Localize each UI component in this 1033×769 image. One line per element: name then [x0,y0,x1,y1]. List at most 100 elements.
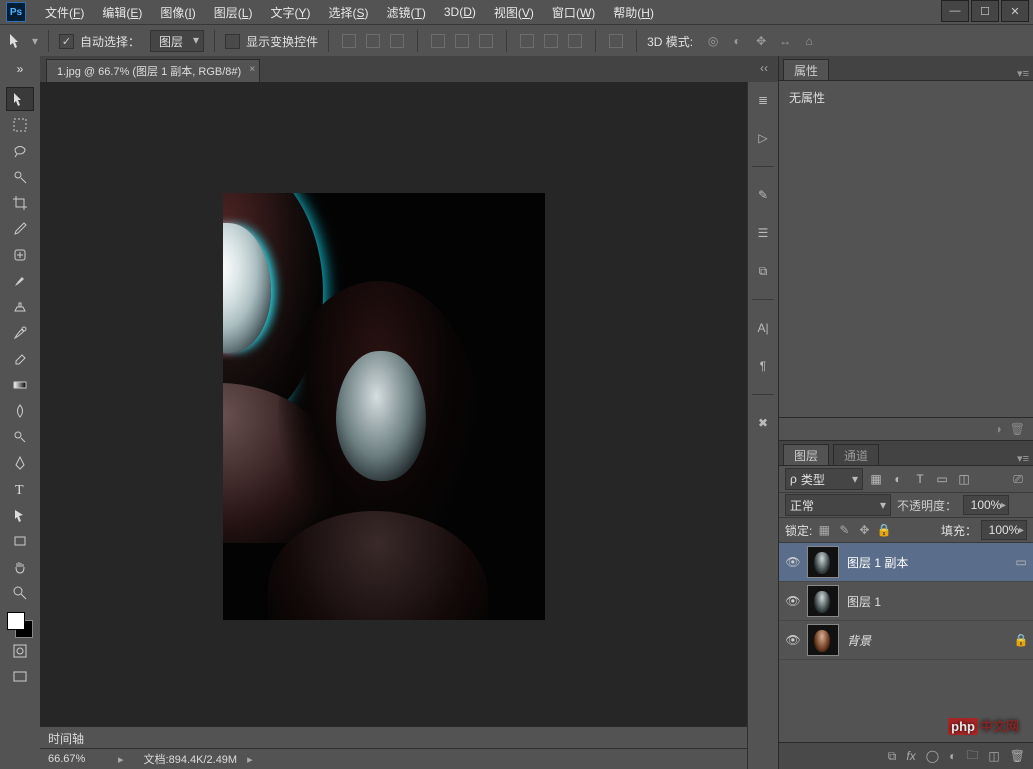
filter-shape-icon[interactable]: ▭ [933,470,951,488]
channels-tab[interactable]: 通道 [833,444,879,465]
new-layer-icon[interactable]: ◫ [988,749,999,763]
layer-name-label[interactable]: 背景 [847,632,1009,649]
document-canvas[interactable] [223,193,545,620]
menu-edit[interactable]: 编辑(E) [93,0,151,25]
visibility-eye-icon[interactable]: 👁 [779,555,807,569]
new-adjustment-icon[interactable]: ◐ [949,749,956,763]
zoom-tool[interactable] [6,581,34,605]
auto-align-icon[interactable] [606,31,626,51]
document-tab[interactable]: 1.jpg @ 66.7% (图层 1 副本, RGB/8#) × [46,59,260,82]
history-panel-icon[interactable]: ≣ [753,90,773,110]
visibility-eye-icon[interactable]: 👁 [779,594,807,608]
3d-orbit-icon[interactable]: ◎ [703,31,723,51]
rectangle-tool[interactable] [6,529,34,553]
type-tool[interactable]: T [6,477,34,501]
filter-smart-icon[interactable]: ◫ [955,470,973,488]
lasso-tool[interactable] [6,139,34,163]
layer-name-label[interactable]: 图层 1 副本 [847,554,1009,571]
filter-toggle-icon[interactable]: ⎚ [1009,470,1027,488]
lock-transparency-icon[interactable]: ▦ [816,522,832,538]
align-hcenter-icon[interactable] [452,31,472,51]
layer-item[interactable]: 👁 图层 1 [779,582,1033,621]
marquee-tool[interactable] [6,113,34,137]
actions-panel-icon[interactable]: ▷ [753,128,773,148]
brush-tool[interactable] [6,269,34,293]
distribute-3-icon[interactable] [565,31,585,51]
delete-layer-icon[interactable]: 🗑 [1010,749,1025,763]
3d-roll-icon[interactable]: ◐ [727,31,747,51]
menu-view[interactable]: 视图(V) [485,0,543,25]
clip-mask-icon[interactable]: ◑ [995,422,1002,436]
auto-select-checkbox[interactable]: ✓ [59,34,74,49]
layer-item[interactable]: 👁 背景 🔒 [779,621,1033,660]
toolbox-collapse-handle[interactable]: » [0,56,40,82]
hand-tool[interactable] [6,555,34,579]
fill-input[interactable]: 100% [981,520,1027,540]
color-swatch[interactable] [7,612,33,638]
menu-help[interactable]: 帮助(H) [604,0,663,25]
3d-camera-icon[interactable]: ⌂ [799,31,819,51]
eyedropper-tool[interactable] [6,217,34,241]
distribute-1-icon[interactable] [517,31,537,51]
blend-mode-select[interactable]: 正常 [785,494,891,516]
lock-all-icon[interactable]: 🔒 [876,522,892,538]
align-vcenter-icon[interactable] [363,31,383,51]
link-layers-icon[interactable]: ⧉ [888,749,897,764]
layer-thumbnail[interactable] [807,546,839,578]
pen-tool[interactable] [6,451,34,475]
right-panels-collapse-handle[interactable]: ‹‹ [749,56,779,80]
window-minimize-button[interactable]: — [941,0,969,22]
align-right-icon[interactable] [476,31,496,51]
distribute-2-icon[interactable] [541,31,561,51]
dodge-tool[interactable] [6,425,34,449]
trash-icon[interactable]: 🗑 [1010,422,1025,436]
menu-3d[interactable]: 3D(D) [435,1,485,23]
menu-image[interactable]: 图像(I) [151,0,204,25]
move-tool[interactable] [6,87,34,111]
brush-presets-panel-icon[interactable]: ☰ [753,223,773,243]
quick-mask-toggle[interactable] [6,639,34,663]
menu-window[interactable]: 窗口(W) [543,0,604,25]
layer-fx-icon[interactable]: fx [906,749,915,763]
eraser-tool[interactable] [6,347,34,371]
character-panel-icon[interactable]: A| [753,318,773,338]
gradient-tool[interactable] [6,373,34,397]
lock-pixels-icon[interactable]: ✎ [836,522,852,538]
3d-slide-icon[interactable]: ↔ [775,31,795,51]
layers-panel-menu-icon[interactable]: ▾≡ [1017,452,1029,465]
menu-type[interactable]: 文字(Y) [261,0,319,25]
filter-type-icon[interactable]: T [911,470,929,488]
properties-tab[interactable]: 属性 [783,59,829,80]
filter-pixel-icon[interactable]: ▦ [867,470,885,488]
new-group-icon[interactable]: 🗀 [966,746,978,767]
close-icon[interactable]: × [249,64,255,75]
history-brush-tool[interactable] [6,321,34,345]
clone-source-panel-icon[interactable]: ⧉ [753,261,773,281]
active-tool-icon[interactable]: ▾ [8,32,38,50]
properties-panel-menu-icon[interactable]: ▾≡ [1017,67,1029,80]
blur-tool[interactable] [6,399,34,423]
window-close-button[interactable]: ✕ [1001,0,1029,22]
align-bottom-icon[interactable] [387,31,407,51]
add-mask-icon[interactable]: ◯ [926,749,939,763]
clone-stamp-tool[interactable] [6,295,34,319]
auto-select-mode-select[interactable]: 图层 [150,30,204,52]
show-transform-checkbox[interactable] [225,34,240,49]
window-maximize-button[interactable]: ☐ [971,0,999,22]
brush-panel-icon[interactable]: ✎ [753,185,773,205]
foreground-color-swatch[interactable] [7,612,25,630]
document-info[interactable]: 文档:894.4K/2.49M [124,751,238,767]
menu-select[interactable]: 选择(S) [319,0,377,25]
layer-thumbnail[interactable] [807,624,839,656]
quick-select-tool[interactable] [6,165,34,189]
menu-file[interactable]: 文件(F) [36,0,93,25]
paragraph-panel-icon[interactable]: ¶ [753,356,773,376]
zoom-level[interactable]: 66.67% [40,753,118,765]
lock-position-icon[interactable]: ✥ [856,522,872,538]
3d-pan-icon[interactable]: ✥ [751,31,771,51]
menu-filter[interactable]: 滤镜(T) [378,0,435,25]
layers-tab[interactable]: 图层 [783,444,829,465]
layer-link-icon[interactable]: ▭ [1009,555,1033,569]
layer-item[interactable]: 👁 图层 1 副本 ▭ [779,543,1033,582]
layer-name-label[interactable]: 图层 1 [847,593,1009,610]
